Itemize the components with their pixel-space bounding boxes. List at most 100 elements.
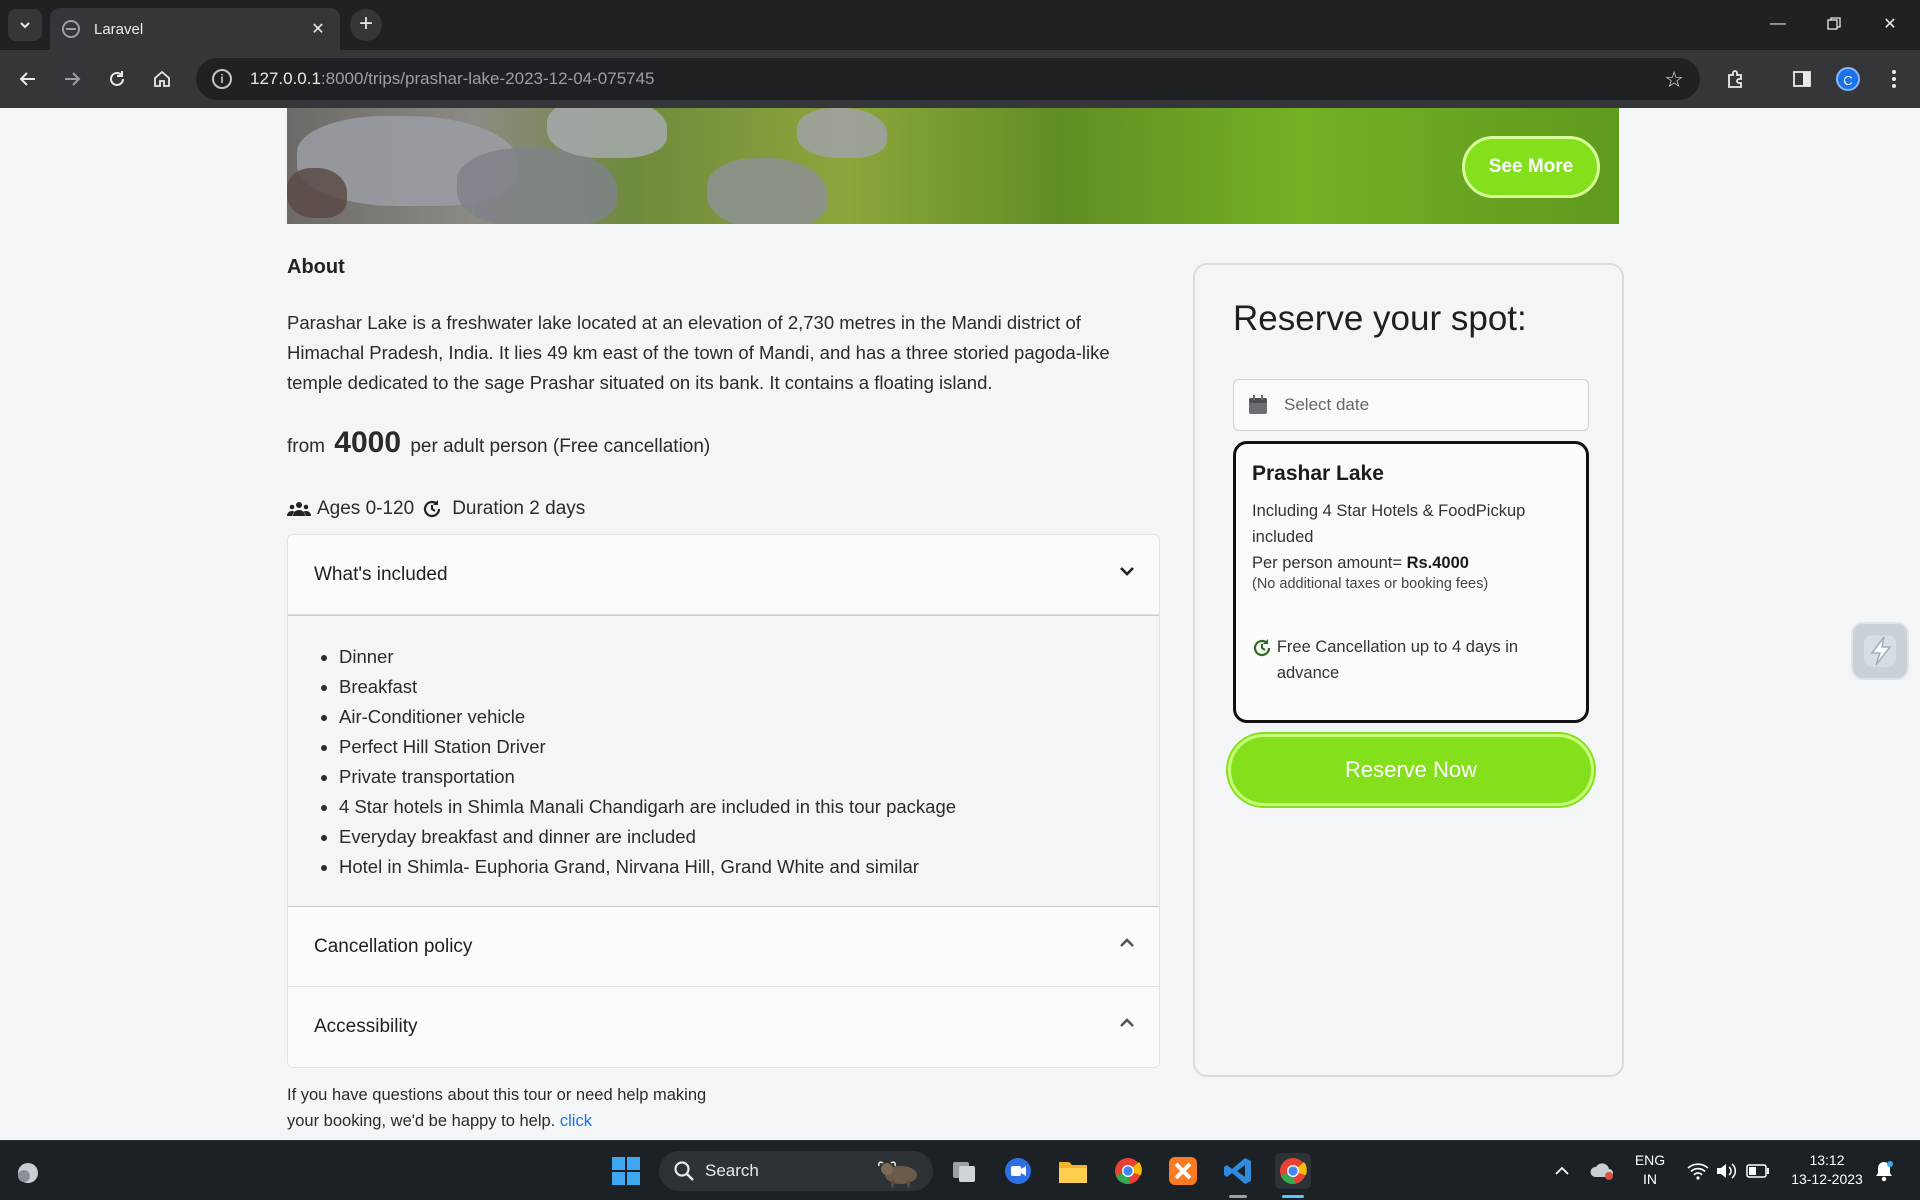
included-item: Dinner bbox=[339, 642, 1159, 672]
browser-tab[interactable]: Laravel ✕ bbox=[50, 8, 340, 50]
vscode-icon[interactable] bbox=[1220, 1153, 1256, 1189]
minimize-icon[interactable]: — bbox=[1750, 0, 1806, 48]
search-label: Search bbox=[705, 1161, 759, 1180]
browser-tab-bar: Laravel ✕ + — ✕ bbox=[0, 0, 1920, 50]
calendar-icon bbox=[1249, 395, 1267, 414]
taskbar-search[interactable]: Search bbox=[659, 1151, 933, 1191]
video-call-icon[interactable] bbox=[1000, 1153, 1036, 1189]
cancellation-text: Free Cancellation up to 4 days in advanc… bbox=[1276, 638, 1519, 682]
home-button[interactable] bbox=[146, 63, 178, 95]
fees-note: (No additional taxes or booking fees) bbox=[1252, 576, 1489, 592]
package-includes: Including 4 Star Hotels & FoodPickup inc… bbox=[1252, 502, 1526, 546]
included-list-panel: DinnerBreakfastAir-Conditioner vehiclePe… bbox=[288, 615, 1159, 907]
side-panel-icon bbox=[1793, 71, 1811, 87]
vscode-running-indicator bbox=[1229, 1195, 1247, 1198]
included-item: Perfect Hill Station Driver bbox=[339, 732, 1159, 762]
reservation-card: Reserve your spot: Prashar Lake Includin… bbox=[1193, 263, 1624, 1077]
bookmark-star-icon[interactable]: ☆ bbox=[1664, 67, 1684, 93]
chrome-icon[interactable] bbox=[1110, 1153, 1146, 1189]
arrow-right-icon bbox=[65, 72, 81, 86]
search-highlight-icon bbox=[877, 1161, 917, 1187]
xampp-icon[interactable] bbox=[1165, 1153, 1201, 1189]
chevron-down-icon bbox=[1120, 567, 1134, 576]
file-explorer-icon[interactable] bbox=[1055, 1153, 1091, 1189]
floating-widget-button[interactable] bbox=[1851, 622, 1909, 680]
os-taskbar: Search ENG IN 13:12 13-12-2023 bbox=[0, 1140, 1920, 1200]
amount-value: Rs.4000 bbox=[1406, 554, 1469, 572]
tray-chevron-up-icon[interactable] bbox=[1544, 1153, 1580, 1189]
included-list: DinnerBreakfastAir-Conditioner vehiclePe… bbox=[339, 642, 1159, 882]
help-link[interactable]: click bbox=[560, 1112, 592, 1130]
ages-text: Ages 0-120 bbox=[317, 498, 415, 519]
chevron-up-icon bbox=[1120, 1018, 1134, 1027]
reserve-now-button[interactable]: Reserve Now bbox=[1228, 734, 1594, 806]
url-host: 127.0.0.1 bbox=[250, 69, 321, 88]
start-menu-icon[interactable] bbox=[608, 1153, 644, 1189]
about-description: Parashar Lake is a freshwater lake locat… bbox=[287, 312, 1110, 393]
package-amount: Per person amount= Rs.4000 bbox=[1252, 550, 1570, 576]
accordion-accessibility[interactable]: Accessibility bbox=[288, 987, 1159, 1067]
window-close-icon[interactable]: ✕ bbox=[1862, 0, 1918, 48]
notification-bell-icon[interactable] bbox=[1866, 1153, 1902, 1189]
about-heading: About bbox=[287, 256, 345, 278]
clock-time: 13:12 bbox=[1809, 1152, 1845, 1168]
clock[interactable]: 13:12 13-12-2023 bbox=[1782, 1151, 1872, 1189]
amount-label: Per person amount= bbox=[1252, 554, 1402, 572]
kebab-menu-icon bbox=[1892, 70, 1896, 88]
site-info-icon[interactable]: i bbox=[212, 69, 232, 89]
free-cancellation: Free Cancellation up to 4 days in advanc… bbox=[1252, 634, 1570, 686]
language-indicator[interactable]: ENG IN bbox=[1626, 1151, 1674, 1189]
included-item: Air-Conditioner vehicle bbox=[339, 702, 1159, 732]
see-more-button[interactable]: See More bbox=[1462, 136, 1600, 198]
included-item: Hotel in Shimla- Euphoria Grand, Nirvana… bbox=[339, 852, 1159, 882]
clock-date: 13-12-2023 bbox=[1791, 1171, 1863, 1187]
reservation-title: Reserve your spot: bbox=[1233, 299, 1527, 338]
trip-details-accordion: What's included DinnerBreakfastAir-Condi… bbox=[287, 534, 1160, 1068]
date-input[interactable] bbox=[1284, 395, 1564, 415]
package-card[interactable]: Prashar Lake Including 4 Star Hotels & F… bbox=[1233, 441, 1589, 723]
globe-icon bbox=[62, 20, 80, 38]
weather-icon[interactable] bbox=[10, 1153, 46, 1189]
battery-icon[interactable] bbox=[1740, 1153, 1776, 1189]
close-icon[interactable]: ✕ bbox=[308, 19, 328, 39]
price-line: from 4000 per adult person (Free cancell… bbox=[287, 426, 710, 460]
extensions-button[interactable] bbox=[1720, 63, 1752, 95]
accordion-cancellation-policy[interactable]: Cancellation policy bbox=[288, 907, 1159, 987]
address-bar[interactable]: i 127.0.0.1:8000/trips/prashar-lake-2023… bbox=[196, 58, 1700, 100]
new-tab-button[interactable]: + bbox=[350, 9, 382, 41]
profile-avatar[interactable]: C bbox=[1836, 67, 1860, 91]
page-viewport: See More About Parashar Lake is a freshw… bbox=[0, 108, 1920, 1140]
help-message: If you have questions about this tour or… bbox=[287, 1086, 707, 1130]
browser-menu-button[interactable] bbox=[1878, 63, 1910, 95]
chevron-down-icon bbox=[20, 22, 30, 29]
included-item: Everyday breakfast and dinner are includ… bbox=[339, 822, 1159, 852]
tab-title: Laravel bbox=[94, 20, 144, 38]
home-icon bbox=[154, 70, 170, 87]
restore-icon[interactable] bbox=[1806, 0, 1862, 48]
side-panel-button[interactable] bbox=[1786, 63, 1818, 95]
users-icon bbox=[287, 499, 313, 519]
chevron-up-icon bbox=[1120, 938, 1134, 947]
tab-search-button[interactable] bbox=[8, 9, 42, 41]
search-icon bbox=[674, 1161, 694, 1181]
accordion-title: Cancellation policy bbox=[314, 935, 473, 957]
forward-button[interactable] bbox=[56, 63, 88, 95]
duration-text: Duration 2 days bbox=[452, 498, 586, 519]
reload-icon bbox=[110, 71, 124, 86]
arrow-left-icon bbox=[19, 72, 35, 86]
browser-toolbar: i 127.0.0.1:8000/trips/prashar-lake-2023… bbox=[0, 50, 1920, 108]
back-button[interactable] bbox=[12, 63, 44, 95]
url-path: :8000/trips/prashar-lake-2023-12-04-0757… bbox=[320, 69, 655, 88]
help-text: If you have questions about this tour or… bbox=[287, 1082, 707, 1134]
price-suffix: per adult person (Free cancellation) bbox=[410, 436, 711, 457]
chrome-running-indicator bbox=[1282, 1195, 1304, 1198]
volume-icon[interactable] bbox=[1708, 1153, 1744, 1189]
language-code: ENG bbox=[1634, 1152, 1666, 1168]
accordion-whats-included[interactable]: What's included bbox=[288, 535, 1159, 615]
clock-rotate-icon bbox=[422, 499, 448, 519]
date-picker[interactable] bbox=[1233, 379, 1589, 431]
reload-button[interactable] bbox=[101, 63, 133, 95]
chrome-active-icon[interactable] bbox=[1275, 1153, 1311, 1189]
onedrive-icon[interactable] bbox=[1584, 1153, 1620, 1189]
task-view-icon[interactable] bbox=[946, 1153, 982, 1189]
